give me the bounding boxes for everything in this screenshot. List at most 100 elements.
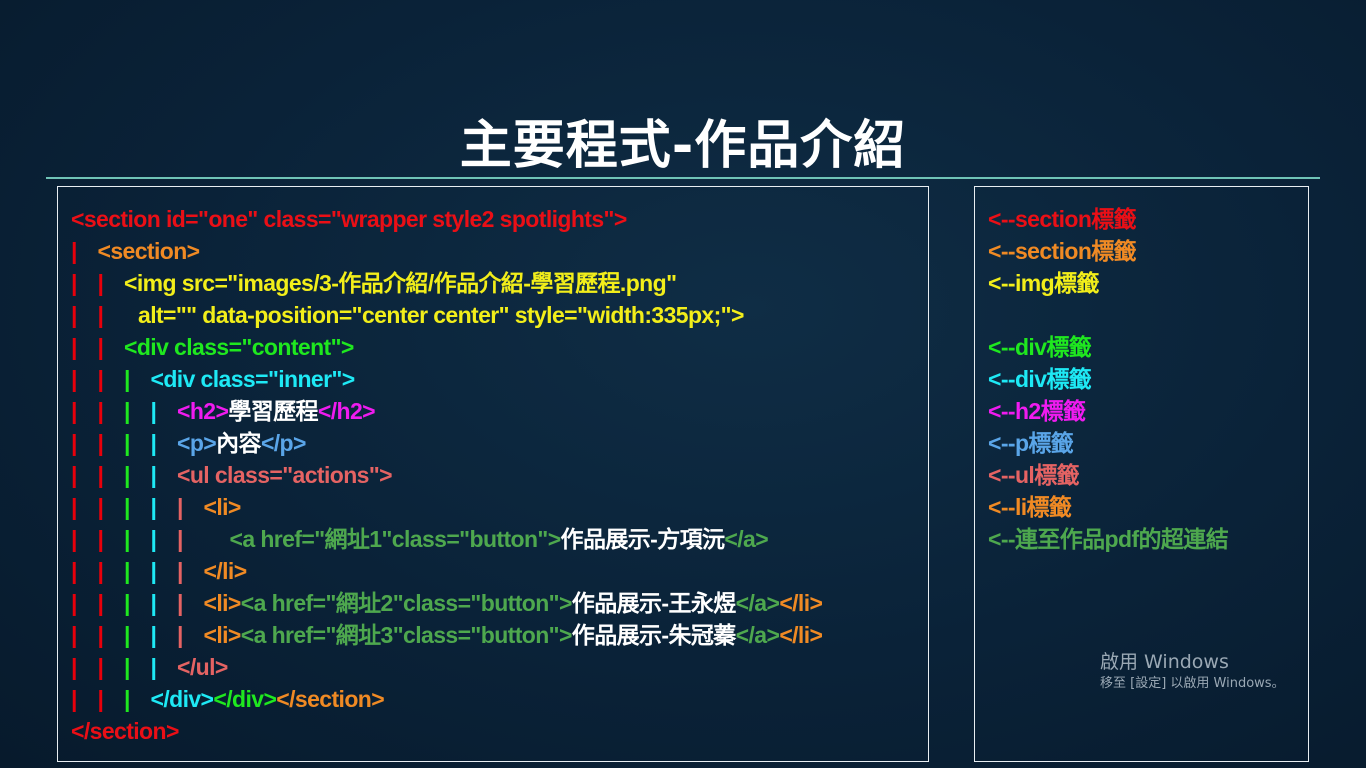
- note-p: <--p標籤: [988, 430, 1074, 456]
- tag-img-attrs: alt="" data-position="center center" sty…: [138, 302, 744, 328]
- code-line-img-attrs: | | alt="" data-position="center center" s…: [71, 299, 744, 331]
- slide-title: 主要程式-作品介紹: [459, 116, 907, 176]
- tree-pipe: |: [97, 622, 104, 648]
- note-section-outer: <--section標籤: [988, 206, 1137, 232]
- tree-pipe: |: [71, 622, 77, 648]
- code-line-section-inner: | <section>: [71, 235, 200, 267]
- windows-activation-watermark: 啟用 Windows 移至 [設定] 以啟用 Windows。: [1100, 650, 1285, 694]
- tag-a-close: </a>: [735, 622, 780, 648]
- tag-p-close: </p>: [260, 430, 307, 456]
- tag-div-content: <div class="content">: [124, 334, 354, 360]
- tag-a-close: </a>: [735, 590, 780, 616]
- tree-pipe: |: [124, 526, 130, 552]
- tree-pipe: |: [124, 622, 130, 648]
- tree-pipe: |: [177, 558, 183, 584]
- tag-ul: <ul class="actions">: [177, 462, 393, 488]
- tree-pipe: |: [97, 334, 104, 360]
- tag-ul-close: </ul>: [177, 654, 228, 680]
- tree-pipe: |: [150, 558, 157, 584]
- tree-pipe: |: [71, 654, 77, 680]
- tree-pipe: |: [97, 494, 104, 520]
- watermark-subtitle: 移至 [設定] 以啟用 Windows。: [1100, 676, 1285, 691]
- tree-pipe: |: [71, 238, 77, 264]
- tree-pipe: |: [124, 558, 130, 584]
- tag-a-open: <a href="網址3"class="button">: [240, 622, 573, 648]
- tree-pipe: |: [150, 622, 157, 648]
- a-text: 作品展示-王永煜: [571, 590, 736, 616]
- tag-a-open: <a href="網址1"class="button">: [229, 526, 562, 552]
- tree-pipe: |: [97, 686, 104, 712]
- tree-pipe: |: [97, 654, 104, 680]
- tag-div-inner-close: </div>: [150, 686, 214, 712]
- tree-pipe: |: [150, 430, 157, 456]
- code-line-li-close: | | | | | </li>: [71, 555, 247, 587]
- tree-pipe: |: [150, 590, 157, 616]
- note-img: <--img標籤: [988, 270, 1099, 296]
- tag-li-close: </li>: [779, 590, 823, 616]
- tag-h2-open: <h2>: [177, 398, 229, 424]
- a-text: 作品展示-朱冠蓁: [571, 622, 736, 648]
- tree-pipe: |: [97, 526, 104, 552]
- tree-pipe: |: [150, 526, 157, 552]
- tree-pipe: |: [71, 526, 77, 552]
- tree-pipe: |: [177, 494, 183, 520]
- note-a: <--連至作品pdf的超連結: [988, 526, 1229, 552]
- note-div-inner: <--div標籤: [988, 366, 1092, 392]
- code-line-section-outer: <section id="one" class="wrapper style2 …: [71, 206, 627, 232]
- tree-pipe: |: [124, 398, 130, 424]
- tree-pipe: |: [124, 462, 130, 488]
- tag-section: <section>: [97, 238, 201, 264]
- tree-pipe: |: [124, 686, 130, 712]
- tag-a-close: </a>: [724, 526, 769, 552]
- tree-pipe: |: [124, 366, 130, 392]
- tree-pipe: |: [150, 654, 157, 680]
- tree-pipe: |: [97, 430, 104, 456]
- h2-text: 學習歷程: [228, 398, 318, 424]
- tree-pipe: |: [150, 398, 157, 424]
- tree-pipe: |: [124, 590, 130, 616]
- p-text: 內容: [216, 430, 261, 456]
- tag-img: <img src="images/3-作品介紹/作品介紹-學習歷程.png": [124, 270, 677, 296]
- tree-pipe: |: [71, 430, 77, 456]
- tree-pipe: |: [71, 270, 77, 296]
- a-text: 作品展示-方項沅: [560, 526, 725, 552]
- title-underline: [46, 177, 1320, 179]
- code-line-a2: | | | | | <li><a href="網址2"class="button">作品展…: [71, 587, 823, 619]
- tree-pipe: |: [71, 462, 77, 488]
- tree-pipe: |: [97, 462, 104, 488]
- tree-pipe: |: [71, 366, 77, 392]
- tree-pipe: |: [177, 590, 183, 616]
- tree-pipe: |: [71, 302, 77, 328]
- tag-a-open: <a href="網址2"class="button">: [240, 590, 573, 616]
- code-line-ul-close: | | | | </ul>: [71, 651, 228, 683]
- code-panel: <section id="one" class="wrapper style2 …: [57, 186, 929, 762]
- tree-pipe: |: [124, 430, 130, 456]
- tag-h2-close: </h2>: [317, 398, 376, 424]
- tag-div-inner: <div class="inner">: [150, 366, 356, 392]
- code-line-div-content: | | <div class="content">: [71, 331, 354, 363]
- tag-li-close: </li>: [779, 622, 823, 648]
- tree-pipe: |: [71, 590, 77, 616]
- code-line-div-close: | | | </div></div></section>: [71, 683, 385, 715]
- code-line-img: | | <img src="images/3-作品介紹/作品介紹-學習歷程.png": [71, 267, 677, 299]
- watermark-title: 啟用 Windows: [1100, 651, 1229, 673]
- tree-pipe: |: [97, 366, 104, 392]
- tag-section-close: </section>: [276, 686, 385, 712]
- tree-pipe: |: [97, 398, 104, 424]
- tag-li-open: <li>: [203, 590, 242, 616]
- code-line-section-outer-close: </section>: [71, 718, 179, 744]
- tag-li-close: </li>: [203, 558, 248, 584]
- tree-pipe: |: [124, 494, 130, 520]
- code-line-li-open: | | | | | <li>: [71, 491, 241, 523]
- code-line-a3: | | | | | <li><a href="網址3"class="button">作品展…: [71, 619, 823, 651]
- tag-div-content-close: </div>: [213, 686, 277, 712]
- code-line-ul: | | | | <ul class="actions">: [71, 459, 393, 491]
- tree-pipe: |: [71, 398, 77, 424]
- tree-pipe: |: [97, 590, 104, 616]
- code-line-p: | | | | <p>內容</p>: [71, 427, 306, 459]
- tag-li-open: <li>: [203, 622, 242, 648]
- note-div-content: <--div標籤: [988, 334, 1092, 360]
- tree-pipe: |: [150, 462, 157, 488]
- tree-pipe: |: [177, 526, 183, 552]
- tree-pipe: |: [150, 494, 157, 520]
